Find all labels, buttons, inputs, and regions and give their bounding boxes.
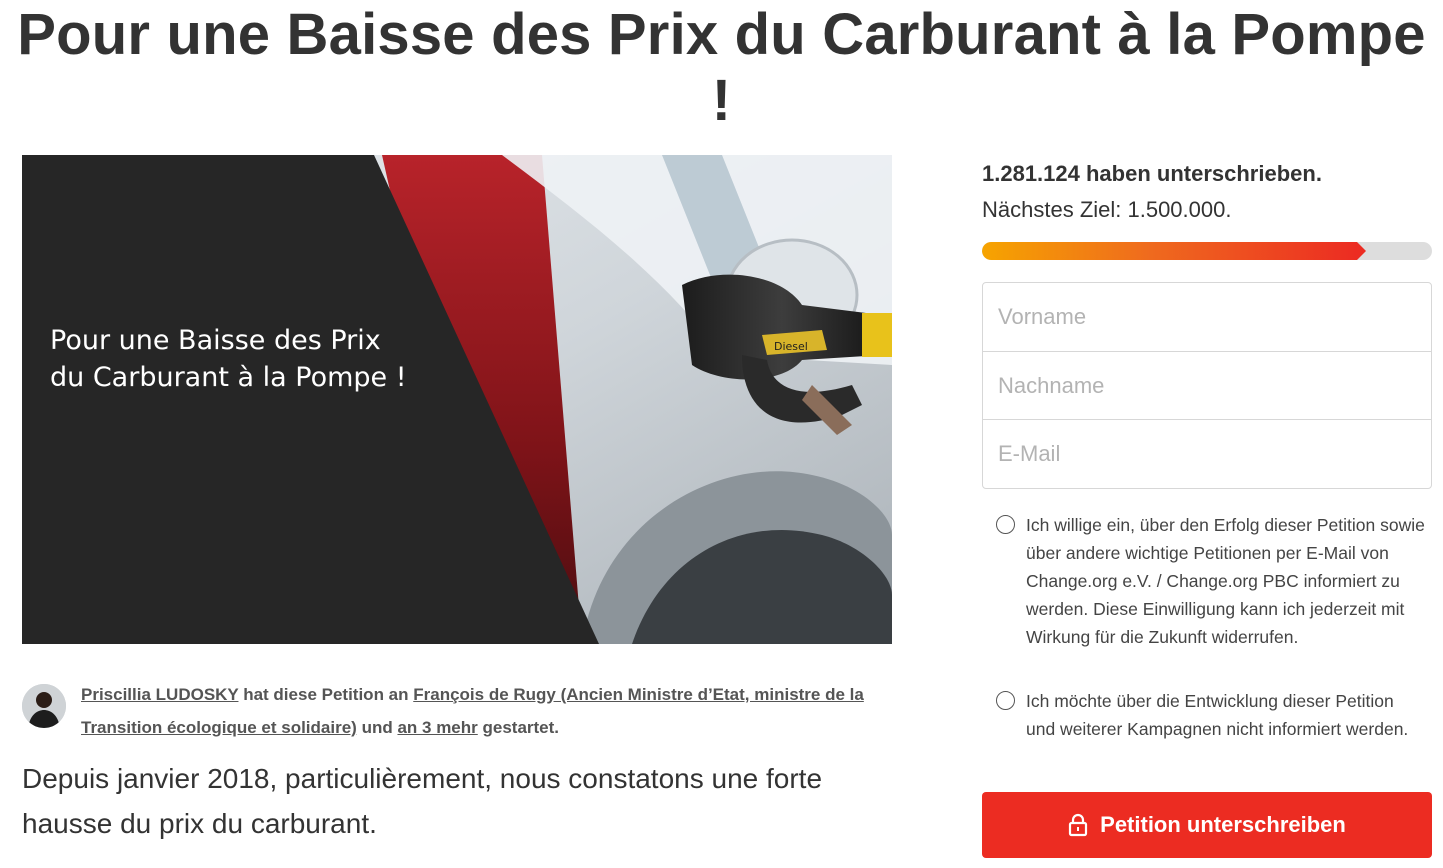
sign-petition-button[interactable]: Petition unterschreiben (982, 792, 1432, 858)
avatar[interactable] (22, 684, 66, 728)
petition-starter-line: Priscillia LUDOSKY hat diese Petition an… (81, 678, 901, 744)
and-text: und (361, 718, 393, 737)
nozzle-sticker: Diesel (774, 340, 808, 353)
lock-icon (1069, 813, 1088, 837)
last-name-input[interactable] (983, 351, 1431, 419)
progress-bar (982, 242, 1432, 260)
signature-goal: Nächstes Ziel: 1.500.000. (982, 197, 1232, 222)
opt-out-label: Ich möchte über die Entwicklung dieser P… (1026, 691, 1409, 739)
opt-in-radio[interactable] (996, 515, 1015, 534)
started-end-text: gestartet. (482, 718, 560, 737)
signature-form (982, 282, 1432, 489)
progress-bar-fill (982, 242, 1366, 260)
fuel-pump-illustration: Diesel (22, 155, 892, 644)
sign-button-label: Petition unterschreiben (1100, 812, 1346, 837)
petition-image: Diesel Pour une Baisse des Prix du Carbu… (22, 155, 892, 644)
more-recipients-link[interactable]: an 3 mehr (397, 718, 477, 737)
person-avatar-icon (22, 684, 66, 728)
email-input[interactable] (983, 419, 1431, 487)
petition-description: Depuis janvier 2018, particulièrement, n… (22, 763, 823, 839)
page-title: Pour une Baisse des Prix du Carburant à … (17, 2, 1426, 133)
started-text: hat diese Petition an (243, 685, 409, 704)
opt-out-radio[interactable] (996, 691, 1015, 710)
opt-in-label: Ich willige ein, über den Erfolg dieser … (1026, 515, 1425, 647)
signature-count: 1.281.124 haben unterschrieben. (982, 161, 1322, 186)
author-link[interactable]: Priscillia LUDOSKY (81, 685, 238, 704)
hero-caption: Pour une Baisse des Prix du Carburant à … (50, 325, 407, 393)
first-name-input[interactable] (983, 283, 1431, 351)
